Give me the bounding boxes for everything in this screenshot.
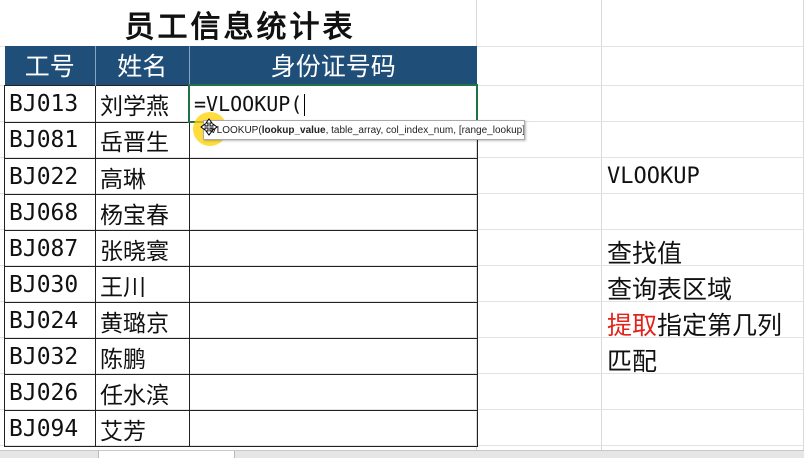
header-row: 工号 姓名 身份证号码 — [4, 46, 477, 85]
table-row: BJ087 张晓寰 — [4, 230, 478, 267]
employee-table: 工号 姓名 身份证号码 BJ013 刘学燕 =VLOOKUP( BJ081 岳晋… — [4, 46, 478, 447]
note-red-word: 提取 — [607, 311, 658, 340]
table-row: BJ032 陈鹏 — [4, 338, 478, 375]
active-cell-formula[interactable]: =VLOOKUP( — [188, 84, 478, 123]
cell-idcard[interactable] — [188, 158, 478, 195]
cell-id[interactable]: BJ094 — [4, 410, 96, 447]
header-cell-id[interactable]: 工号 — [4, 46, 96, 85]
tooltip-rest: , table_array, col_index_num, [range_loo… — [325, 125, 525, 136]
cell-name[interactable]: 艾芳 — [95, 410, 190, 447]
cell-idcard[interactable] — [188, 194, 478, 231]
table-row: BJ013 刘学燕 =VLOOKUP( — [4, 84, 478, 123]
cell-id[interactable]: BJ022 — [4, 158, 96, 195]
header-cell-idcard[interactable]: 身份证号码 — [189, 46, 477, 85]
note-arg-lookup-value: 查找值 — [607, 239, 683, 268]
cell-id[interactable]: BJ068 — [4, 194, 96, 231]
function-tooltip[interactable]: VLOOKUP(lookup_value, table_array, col_i… — [203, 120, 525, 140]
table-row: BJ026 任水滨 — [4, 374, 478, 411]
cell-name[interactable]: 张晓寰 — [95, 230, 190, 267]
note-arg-table-array: 查询表区域 — [607, 275, 733, 304]
cell-idcard[interactable] — [188, 266, 478, 303]
cell-name[interactable]: 王川 — [95, 266, 190, 303]
cell-name[interactable]: 岳晋生 — [95, 121, 190, 159]
table-row: BJ094 艾芳 — [4, 410, 478, 447]
table-row: BJ024 黄璐京 — [4, 302, 478, 339]
sheet-title: 员工信息统计表 — [124, 10, 356, 45]
cell-id[interactable]: BJ087 — [4, 230, 96, 267]
table-row: BJ068 杨宝春 — [4, 194, 478, 231]
cell-idcard[interactable] — [188, 230, 478, 267]
note-arg-col-index: 提取指定第几列 — [607, 306, 782, 342]
cell-id[interactable]: BJ030 — [4, 266, 96, 303]
table-row: BJ030 王川 — [4, 266, 478, 303]
text-cursor — [304, 93, 306, 116]
header-cell-name[interactable]: 姓名 — [95, 46, 190, 85]
cell-name[interactable]: 任水滨 — [95, 374, 190, 411]
cell-id[interactable]: BJ081 — [4, 121, 96, 159]
note-arg-col-index-rest: 指定第几列 — [657, 311, 783, 340]
cell-name[interactable]: 黄璐京 — [95, 302, 190, 339]
tooltip-current-arg[interactable]: lookup_value — [262, 125, 326, 136]
cell-name[interactable]: 刘学燕 — [95, 84, 190, 123]
note-function-name: VLOOKUP — [607, 164, 700, 189]
cell-id[interactable]: BJ026 — [4, 374, 96, 411]
cell-name[interactable]: 高琳 — [95, 158, 190, 195]
cell-idcard[interactable] — [188, 302, 478, 339]
cell-idcard[interactable] — [188, 338, 478, 375]
cell-id[interactable]: BJ024 — [4, 302, 96, 339]
cell-name[interactable]: 陈鹏 — [95, 338, 190, 375]
cell-idcard[interactable] — [188, 410, 478, 447]
note-arg-range-lookup: 匹配 — [607, 347, 658, 376]
cell-idcard[interactable] — [188, 374, 478, 411]
cell-name[interactable]: 杨宝春 — [95, 194, 190, 231]
table-row: BJ022 高琳 — [4, 158, 478, 195]
move-cursor-icon — [200, 118, 218, 136]
cell-id[interactable]: BJ032 — [4, 338, 96, 375]
cell-id[interactable]: BJ013 — [4, 84, 96, 123]
